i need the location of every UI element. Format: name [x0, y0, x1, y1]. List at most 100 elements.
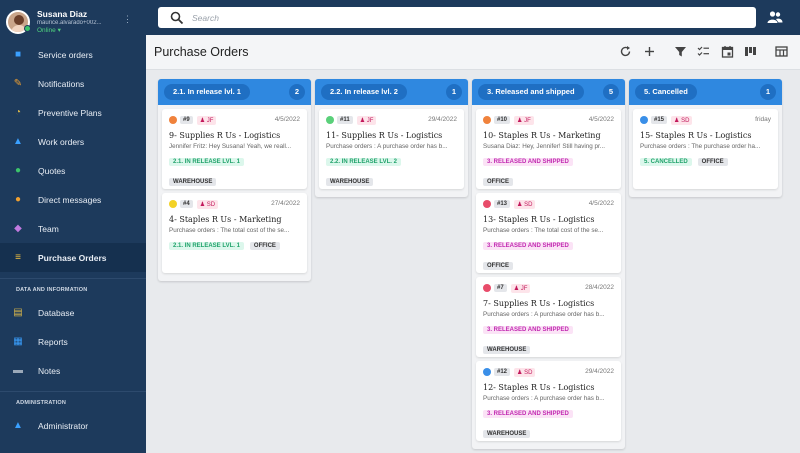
- column-header: 2.1. In release lvl. 1 2: [158, 79, 311, 105]
- sidebar-item-database[interactable]: ▤ Database: [0, 298, 146, 327]
- checklist-icon[interactable]: [697, 45, 710, 58]
- assignee-chip: ♟ JF: [510, 283, 531, 293]
- card-title: 11- Supplies R Us - Logistics: [326, 131, 443, 140]
- sidebar-item-label: Administrator: [38, 420, 89, 431]
- refresh-icon[interactable]: [619, 45, 632, 58]
- main-nav: ■ Service orders ✎ Notifications ◔ Preventive…: [0, 40, 146, 272]
- status-badge: 2.1. IN RELEASE LVL. 1: [169, 242, 244, 250]
- kanban-column: 3. Released and shipped 5 #10 ♟ JF 4/5/2022 1…: [472, 79, 625, 449]
- sidebar-item-notes[interactable]: ▬ Notes: [0, 356, 146, 385]
- status-badge: 3. RELEASED AND SHIPPED: [483, 242, 573, 250]
- sidebar-item-work-orders[interactable]: ▲ Work orders: [0, 127, 146, 156]
- order-card[interactable]: #13 ♟ SD 4/5/2022 13- Staples R Us - Logist…: [476, 193, 621, 273]
- sidebar-item-notifications[interactable]: ✎ Notifications: [0, 69, 146, 98]
- sidebar-item-purchase-orders[interactable]: ≡ Purchase Orders: [0, 243, 146, 272]
- user-status[interactable]: Online ▾: [37, 27, 111, 35]
- card-title: 10- Staples R Us - Marketing: [483, 131, 601, 140]
- online-indicator: [24, 25, 31, 32]
- priority-dot: [640, 116, 648, 124]
- assignee-initials: JF: [520, 285, 528, 292]
- admin-nav: ▲ Administrator: [0, 411, 146, 440]
- order-card[interactable]: #15 ♟ SD friday 15- Staples R Us - Logistic…: [633, 109, 778, 189]
- column-title[interactable]: 5. Cancelled: [635, 84, 697, 100]
- card-description: Susana Diaz: Hey, Jennifer! Still having…: [483, 143, 606, 150]
- column-title[interactable]: 2.2. In release lvl. 2: [321, 84, 407, 100]
- assignee-initials: JF: [206, 117, 214, 124]
- user-name: Susana Diaz: [37, 8, 88, 19]
- add-icon[interactable]: [643, 45, 656, 58]
- main-content: Purchase Orders 2.1. In release lvl. 1 2…: [146, 35, 800, 453]
- order-card[interactable]: #7 ♟ JF 28/4/2022 7- Supplies R Us - Logist…: [476, 277, 621, 357]
- priority-dot: [483, 200, 491, 208]
- card-title: 7- Supplies R Us - Logistics: [483, 299, 595, 308]
- sliders-icon: ≡: [15, 252, 21, 263]
- card-description: Purchase orders : A purchase order has b…: [326, 143, 448, 150]
- card-title: 13- Staples R Us - Logistics: [483, 215, 595, 224]
- order-card[interactable]: #10 ♟ JF 4/5/2022 10- Staples R Us - Market…: [476, 109, 621, 189]
- sidebar-item-label: Team: [38, 223, 59, 234]
- column-header: 5. Cancelled 1: [629, 79, 782, 105]
- sidebar-item-label: Quotes: [38, 165, 66, 176]
- column-title[interactable]: 3. Released and shipped: [478, 84, 584, 100]
- assignee-chip: ♟ JF: [514, 115, 534, 125]
- assignee-chip: ♟ SD: [196, 199, 219, 209]
- kanban-view-icon[interactable]: [744, 45, 757, 58]
- section-label-admin: ADMINISTRATION: [16, 400, 67, 406]
- status-badge: 3. RELEASED AND SHIPPED: [483, 158, 573, 166]
- more-options-icon[interactable]: ⋮: [123, 14, 132, 25]
- card-description: Purchase orders : The purchase order ha.…: [640, 143, 761, 150]
- user-profile[interactable]: Susana Diaz maurice.alvarado+002... Onli…: [0, 0, 146, 38]
- order-id-chip: #4: [180, 200, 193, 208]
- card-description: Purchase orders : A purchase order has b…: [483, 311, 605, 318]
- sidebar-item-preventive-plans[interactable]: ◔ Preventive Plans: [0, 98, 146, 127]
- sidebar-item-quotes[interactable]: ● Quotes: [0, 156, 146, 185]
- order-card[interactable]: #9 ♟ JF 4/5/2022 9- Supplies R Us - Logisti…: [162, 109, 307, 189]
- search-input[interactable]: Search: [192, 13, 219, 23]
- column-title[interactable]: 2.1. In release lvl. 1: [164, 84, 250, 100]
- pie-chart-icon: ◔: [14, 107, 22, 118]
- card-date: 4/5/2022: [588, 116, 614, 123]
- kanban-column: 5. Cancelled 1 #15 ♟ SD friday 15- Staples R …: [629, 79, 782, 197]
- kanban-column: 2.2. In release lvl. 2 1 #11 ♟ JF 29/4/2022 1…: [315, 79, 468, 197]
- card-title: 4- Staples R Us - Marketing: [169, 215, 282, 224]
- admin-icon: ▲: [13, 420, 23, 431]
- filter-icon[interactable]: [674, 45, 687, 58]
- assignee-initials: JF: [524, 117, 531, 124]
- sidebar-item-direct-messages[interactable]: ● Direct messages: [0, 185, 146, 214]
- card-title: 15- Staples R Us - Logistics: [640, 131, 752, 140]
- data-nav: ▤ Database ▦ Reports ▬ Notes: [0, 298, 146, 385]
- user-email: maurice.alvarado+002...: [37, 20, 102, 26]
- status-badge: 5. CANCELLED: [640, 158, 692, 166]
- sidebar-item-administrator[interactable]: ▲ Administrator: [0, 411, 146, 440]
- category-tag: WAREHOUSE: [326, 178, 374, 186]
- sidebar-item-reports[interactable]: ▦ Reports: [0, 327, 146, 356]
- calendar-icon[interactable]: [721, 45, 734, 58]
- sidebar-item-service-orders[interactable]: ■ Service orders: [0, 40, 146, 69]
- status-badge: 3. RELEASED AND SHIPPED: [483, 326, 573, 334]
- column-header: 3. Released and shipped 5: [472, 79, 625, 105]
- assignee-chip: ♟ SD: [671, 115, 693, 125]
- report-icon: ▦: [13, 336, 23, 347]
- priority-dot: [169, 116, 177, 124]
- card-date: 29/4/2022: [428, 116, 457, 123]
- order-card[interactable]: #4 ♟ SD 27/4/2022 4- Staples R Us - Marketi…: [162, 193, 307, 273]
- column-count-badge: 5: [603, 84, 619, 100]
- people-icon[interactable]: [767, 10, 783, 24]
- status-badge: 3. RELEASED AND SHIPPED: [483, 410, 573, 418]
- assignee-initials: SD: [681, 117, 690, 124]
- order-id-chip: #7: [494, 284, 507, 292]
- table-view-icon[interactable]: [775, 45, 788, 58]
- assignee-initials: SD: [524, 201, 533, 208]
- search-bar[interactable]: Search: [158, 7, 756, 28]
- order-id-chip: #11: [337, 116, 353, 124]
- sidebar-item-label: Purchase Orders: [38, 252, 107, 263]
- assignee-chip: ♟ JF: [196, 115, 217, 125]
- sidebar-item-team[interactable]: ◆ Team: [0, 214, 146, 243]
- order-card[interactable]: #11 ♟ JF 29/4/2022 11- Supplies R Us - Logi…: [319, 109, 464, 189]
- assignee-initials: SD: [524, 369, 533, 376]
- order-card[interactable]: #12 ♟ SD 29/4/2022 12- Staples R Us - Logis…: [476, 361, 621, 441]
- assignee-chip: ♟ SD: [514, 367, 536, 377]
- sidebar-item-label: Notes: [38, 365, 61, 376]
- category-tag: OFFICE: [697, 158, 728, 166]
- card-date: 4/5/2022: [274, 116, 300, 123]
